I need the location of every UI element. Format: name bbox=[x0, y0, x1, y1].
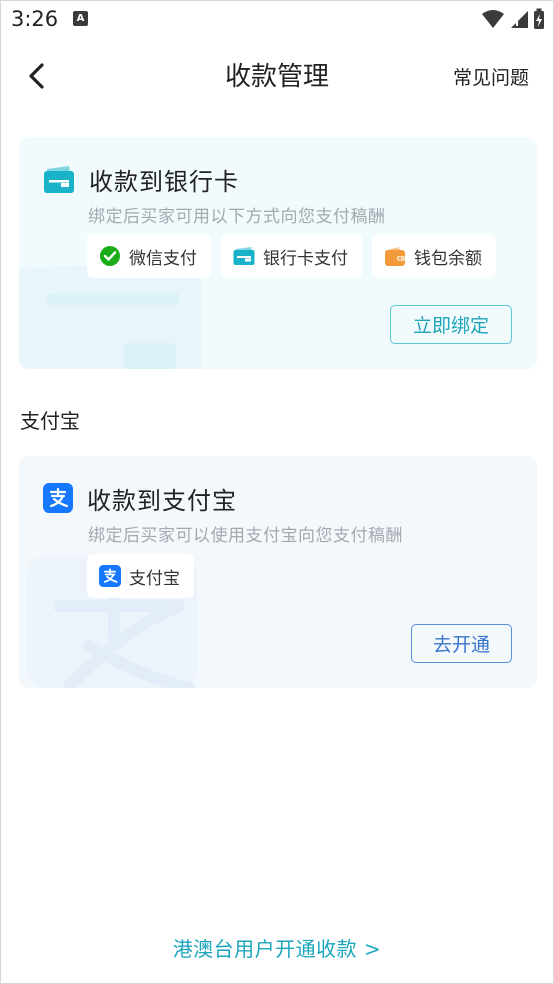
notification-badge-icon: A bbox=[73, 11, 88, 26]
alipay-card-header: 收款到支付宝 bbox=[43, 480, 237, 516]
status-bar: 3:26 A bbox=[1, 1, 553, 37]
faq-link[interactable]: 常见问题 bbox=[453, 63, 529, 90]
alipay-payment-methods: 支付宝 bbox=[87, 554, 194, 598]
wifi-icon bbox=[482, 10, 504, 28]
wallet-icon bbox=[385, 247, 405, 266]
chip-alipay: 支付宝 bbox=[87, 554, 194, 598]
bank-card-section: 收款到银行卡 绑定后买家可用以下方式向您支付稿酬 微信支付 银行卡支付 钱包余额… bbox=[19, 137, 537, 369]
chip-wechat-pay: 微信支付 bbox=[87, 234, 211, 278]
top-nav-bar: 收款管理 常见问题 bbox=[1, 37, 553, 113]
alipay-card-title: 收款到支付宝 bbox=[87, 486, 237, 515]
alipay-card-description: 绑定后买家可以使用支付宝向您支付稿酬 bbox=[88, 526, 403, 546]
chip-label: 银行卡支付 bbox=[263, 248, 348, 269]
bank-card-title: 收款到银行卡 bbox=[89, 167, 239, 196]
alipay-section-heading: 支付宝 bbox=[20, 409, 80, 433]
chip-bank-card-pay: 银行卡支付 bbox=[221, 234, 362, 278]
bank-payment-methods: 微信支付 银行卡支付 钱包余额 bbox=[87, 234, 496, 278]
bind-now-button[interactable]: 立即绑定 bbox=[390, 305, 512, 344]
bank-card-icon bbox=[233, 247, 255, 265]
battery-charging-icon bbox=[534, 8, 544, 29]
bank-card-icon bbox=[44, 166, 74, 193]
chip-label: 钱包余额 bbox=[414, 248, 482, 269]
signal-icon bbox=[511, 11, 528, 29]
open-alipay-button[interactable]: 去开通 bbox=[411, 624, 512, 663]
chip-label: 微信支付 bbox=[129, 248, 197, 269]
alipay-section: 收款到支付宝 绑定后买家可以使用支付宝向您支付稿酬 支付宝 去开通 bbox=[19, 456, 537, 688]
alipay-icon bbox=[99, 565, 121, 587]
bank-card-description: 绑定后买家可用以下方式向您支付稿酬 bbox=[88, 207, 386, 227]
status-time: 3:26 bbox=[11, 7, 59, 31]
hk-macau-taiwan-link[interactable]: 港澳台用户开通收款 > bbox=[1, 933, 553, 962]
wechat-pay-icon bbox=[100, 246, 120, 266]
alipay-icon bbox=[43, 483, 73, 513]
chip-wallet-balance: 钱包余额 bbox=[372, 234, 496, 278]
status-icons bbox=[481, 8, 545, 30]
chip-label: 支付宝 bbox=[129, 568, 180, 589]
bank-card-header: 收款到银行卡 bbox=[43, 161, 239, 197]
